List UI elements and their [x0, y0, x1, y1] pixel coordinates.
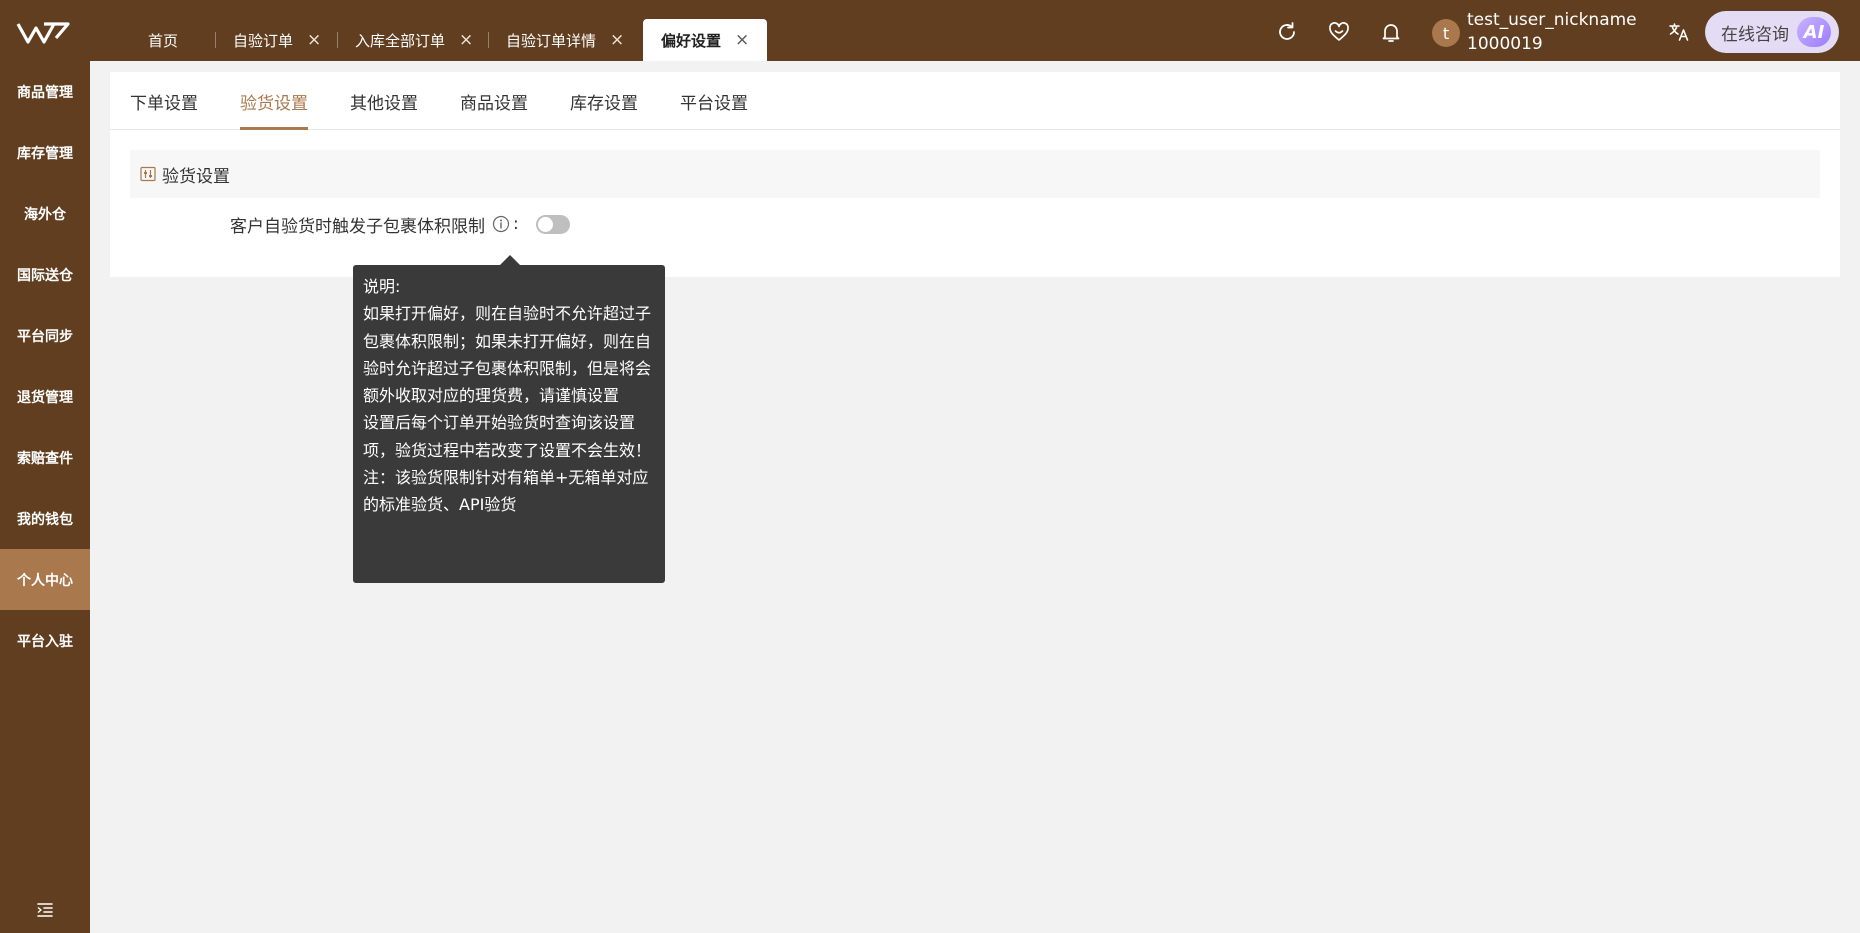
tab-label: 其他设置 — [350, 93, 418, 114]
sidebar-item-platform-onboarding[interactable]: 平台入驻 — [0, 610, 90, 671]
sidebar-item-label: 个人中心 — [17, 572, 73, 589]
tab-label: 平台设置 — [680, 93, 748, 114]
sidebar-item-inventory-management[interactable]: 库存管理 — [0, 122, 90, 183]
tab-divider — [215, 32, 216, 48]
user-nickname[interactable]: test_user_nickname — [1467, 8, 1637, 32]
section-title: 验货设置 — [162, 166, 230, 187]
active-tab-indicator — [240, 127, 308, 130]
tab-inspection-settings[interactable]: 验货设置 — [240, 72, 308, 130]
tab-label: 自验订单 — [233, 31, 294, 50]
brand-logo[interactable] — [16, 20, 70, 46]
sidebar-item-label: 索赔查件 — [17, 450, 73, 467]
tooltip-text: 注：该验货限制针对有箱单+无箱单对应的标准验货、API验货 — [363, 468, 649, 515]
avatar[interactable]: t — [1432, 19, 1460, 47]
online-consult-label: 在线咨询 — [1721, 24, 1789, 45]
info-tooltip: 说明: 如果打开偏好，则在自验时不允许超过子包裹体积限制；如果未打开偏好，则在自… — [353, 265, 665, 583]
tab-label: 自验订单详情 — [506, 31, 597, 50]
sidebar: 商品管理 库存管理 海外仓 国际送仓 平台同步 退货管理 索赔查件 我的钱包 个… — [0, 61, 90, 933]
preferences-panel: 下单设置 验货设置 其他设置 商品设置 库存设置 平台设置 验货设置 客户自验货… — [110, 72, 1840, 277]
heart-icon[interactable] — [1327, 20, 1351, 44]
tab-label: 库存设置 — [570, 93, 638, 114]
sidebar-item-product-management[interactable]: 商品管理 — [0, 61, 90, 122]
sidebar-item-label: 国际送仓 — [17, 267, 73, 284]
sidebar-item-label: 海外仓 — [24, 206, 66, 223]
setting-colon: : — [513, 214, 519, 234]
tab-all-inbound-orders[interactable]: 入库全部订单 × — [337, 19, 473, 61]
sidebar-item-label: 商品管理 — [17, 84, 73, 101]
tab-order-settings[interactable]: 下单设置 — [130, 72, 198, 130]
tab-label: 商品设置 — [460, 93, 528, 114]
tooltip-text: 如果打开偏好，则在自验时不允许超过子包裹体积限制；如果未打开偏好，则在自验时允许… — [363, 304, 652, 406]
tab-label: 首页 — [147, 31, 178, 50]
top-bar: 首页 自验订单 × 入库全部订单 × 自验订单详情 × 偏好设置 × t tes… — [0, 0, 1860, 61]
toggle-knob — [538, 217, 553, 232]
sidebar-item-platform-sync[interactable]: 平台同步 — [0, 305, 90, 366]
online-consult-button[interactable]: 在线咨询 AI — [1705, 11, 1839, 53]
setting-row: 客户自验货时触发子包裹体积限制 : — [230, 212, 519, 237]
sidebar-item-label: 我的钱包 — [17, 511, 73, 528]
tooltip-arrow — [500, 255, 520, 265]
tab-divider — [337, 32, 338, 48]
translate-icon[interactable] — [1667, 20, 1691, 44]
sidebar-item-overseas-warehouse[interactable]: 海外仓 — [0, 183, 90, 244]
collapse-menu-icon[interactable] — [36, 901, 54, 919]
settings-tabs: 下单设置 验货设置 其他设置 商品设置 库存设置 平台设置 — [110, 72, 1840, 130]
sidebar-item-label: 退货管理 — [17, 389, 73, 406]
bell-icon[interactable] — [1379, 20, 1403, 44]
close-icon[interactable]: × — [735, 31, 749, 49]
sidebar-item-label: 平台入驻 — [17, 633, 73, 650]
close-icon[interactable]: × — [610, 31, 624, 49]
tab-other-settings[interactable]: 其他设置 — [350, 72, 418, 130]
tooltip-text: 设置后每个订单开始验货时查询该设置项，验货过程中若改变了设置不会生效！ — [363, 413, 652, 460]
tab-label: 验货设置 — [240, 93, 308, 114]
sidebar-item-label: 库存管理 — [17, 145, 73, 162]
sidebar-item-wallet[interactable]: 我的钱包 — [0, 488, 90, 549]
tab-self-inspect-order-detail[interactable]: 自验订单详情 × — [488, 19, 624, 61]
close-icon[interactable]: × — [307, 31, 321, 49]
sidebar-item-returns[interactable]: 退货管理 — [0, 366, 90, 427]
tab-divider — [488, 32, 489, 48]
close-icon[interactable]: × — [459, 31, 473, 49]
tab-preferences[interactable]: 偏好设置 × — [643, 19, 767, 61]
tab-product-settings[interactable]: 商品设置 — [460, 72, 528, 130]
tab-label: 入库全部订单 — [355, 31, 446, 50]
user-id: 1000019 — [1467, 34, 1543, 54]
tab-home[interactable]: 首页 — [118, 19, 208, 61]
info-icon[interactable] — [492, 215, 510, 233]
tab-inventory-settings[interactable]: 库存设置 — [570, 72, 638, 130]
tooltip-title: 说明: — [363, 277, 401, 296]
tab-label: 偏好设置 — [661, 31, 722, 50]
tab-label: 下单设置 — [130, 93, 198, 114]
sidebar-item-claims[interactable]: 索赔查件 — [0, 427, 90, 488]
tab-self-inspect-orders[interactable]: 自验订单 × — [215, 19, 321, 61]
refresh-icon[interactable] — [1275, 20, 1299, 44]
sidebar-item-international-delivery[interactable]: 国际送仓 — [0, 244, 90, 305]
volume-limit-toggle[interactable] — [536, 215, 570, 234]
sidebar-item-personal-center[interactable]: 个人中心 — [0, 549, 90, 610]
setting-label: 客户自验货时触发子包裹体积限制 — [230, 216, 485, 237]
settings-sliders-icon — [140, 166, 156, 182]
section-header: 验货设置 — [130, 150, 1820, 198]
tab-platform-settings[interactable]: 平台设置 — [680, 72, 748, 130]
ai-badge-icon: AI — [1797, 17, 1831, 47]
sidebar-item-label: 平台同步 — [17, 328, 73, 345]
